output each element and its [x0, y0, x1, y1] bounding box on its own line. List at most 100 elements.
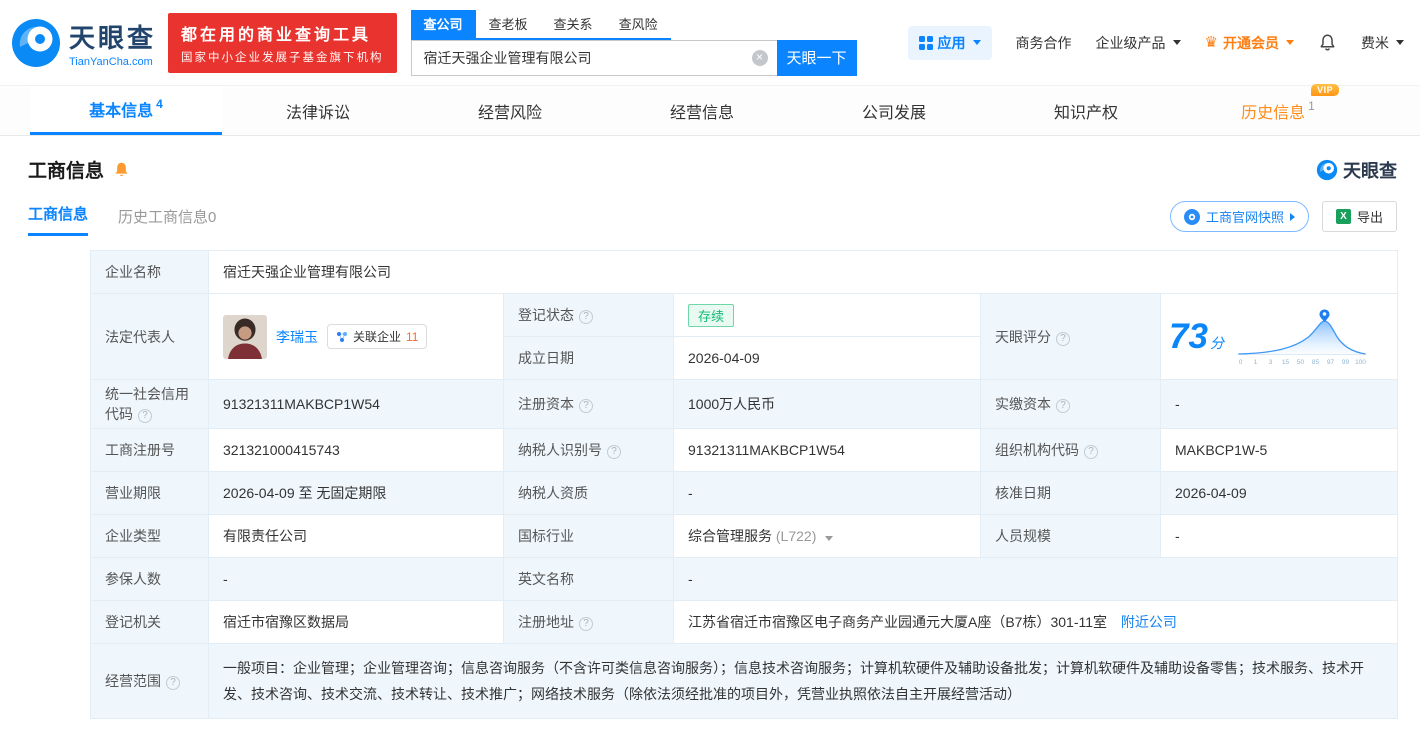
crown-icon: ♛: [1204, 34, 1218, 51]
field-label-legal-rep: 法定代表人: [90, 293, 209, 380]
help-icon[interactable]: ?: [138, 409, 152, 423]
legal-rep-photo[interactable]: [223, 314, 267, 359]
search-tab-company[interactable]: 查公司: [410, 9, 476, 38]
vip-badge: VIP: [1311, 83, 1340, 96]
field-value-score: 73 分 0 1 3 15 50 85 97 99 100: [1159, 293, 1399, 380]
arrow-right-icon: [1289, 212, 1295, 221]
table-row: 参保人数 - 英文名称 -: [90, 557, 1399, 601]
field-value-business-scope: 一般项目：企业管理；企业管理咨询；信息咨询服务（不含许可类信息咨询服务）；信息技…: [207, 643, 1399, 719]
nearby-companies-link[interactable]: 附近公司: [1121, 614, 1177, 630]
search-tab-risk[interactable]: 查风险: [606, 10, 671, 38]
field-label-company-name: 企业名称: [90, 250, 209, 294]
tab-count-badge: 1: [1308, 98, 1315, 113]
tab-operational-risk[interactable]: 经营风险: [414, 86, 606, 135]
subscribe-bell-icon[interactable]: [113, 161, 130, 178]
tab-legal-proceedings[interactable]: 法律诉讼: [222, 86, 414, 135]
related-companies-badge[interactable]: 关联企业 11: [327, 324, 428, 349]
clear-icon[interactable]: ×: [751, 49, 768, 66]
tianyancha-logo[interactable]: 天眼查 TianYanCha.com: [10, 17, 156, 69]
field-label-address: 注册地址?: [503, 600, 674, 644]
field-value-business-term: 2026-04-09 至 无固定期限: [208, 471, 504, 515]
tab-basic-info[interactable]: 基本信息 4: [30, 86, 222, 135]
business-info-table: 企业名称 宿迁天强企业管理有限公司 法定代表人 李瑞玉 关联企业 11 登记状态…: [90, 250, 1399, 719]
business-info-section: 工商信息 天眼查 工商信息 历史工商信息0 工商官网快照 X 导出 企业名称 宿…: [0, 156, 1420, 719]
svg-text:100: 100: [1355, 359, 1366, 366]
apps-menu-label: 应用: [937, 34, 966, 51]
notification-bell-icon[interactable]: [1318, 33, 1337, 52]
score-distribution-chart: 0 1 3 15 50 85 97 99 100: [1237, 309, 1367, 366]
tianyancha-eye-icon: [10, 17, 62, 69]
nav-vip-label: 开通会员: [1223, 34, 1279, 51]
field-value-establish-date: 2026-04-09: [673, 336, 981, 380]
subtab-business-info[interactable]: 工商信息: [28, 203, 89, 236]
table-row: 经营范围? 一般项目：企业管理；企业管理咨询；信息咨询服务（不含许可类信息咨询服…: [90, 643, 1399, 719]
field-value-company-name: 宿迁天强企业管理有限公司: [207, 250, 1399, 294]
field-label-paid-capital: 实缴资本?: [980, 379, 1161, 429]
help-icon[interactable]: ?: [166, 676, 180, 690]
tab-label: 经营风险: [477, 104, 542, 122]
watermark-text: 天眼查: [1343, 160, 1397, 181]
field-value-legal-rep: 李瑞玉 关联企业 11: [208, 293, 504, 380]
search-tabs: 查公司 查老板 查关系 查风险: [410, 9, 671, 40]
nav-business-cooperation[interactable]: 商务合作: [1016, 33, 1072, 53]
top-nav: 应用 商务合作 企业级产品 ♛ 开通会员 费米: [907, 25, 1404, 60]
help-icon[interactable]: ?: [579, 399, 593, 413]
field-value-english-name: -: [672, 557, 1399, 601]
nav-enterprise-products[interactable]: 企业级产品: [1096, 33, 1181, 53]
snapshot-icon: [1183, 208, 1200, 225]
chevron-down-icon: [1172, 40, 1181, 45]
section-title: 工商信息: [28, 161, 105, 182]
help-icon[interactable]: ?: [607, 445, 621, 459]
field-label-company-type: 企业类型: [90, 514, 209, 558]
nav-vip-upgrade[interactable]: ♛ 开通会员: [1205, 33, 1294, 53]
field-label-business-scope: 经营范围?: [90, 643, 209, 719]
field-value-reg-number: 321321000415743: [208, 428, 504, 472]
tab-company-development[interactable]: 公司发展: [798, 86, 990, 135]
subtab-history-business-info[interactable]: 历史工商信息0: [118, 206, 216, 236]
search-tab-boss[interactable]: 查老板: [476, 10, 541, 38]
field-label-taxpayer-id: 纳税人识别号?: [503, 428, 674, 472]
table-row: 法定代表人 李瑞玉 关联企业 11 登记状态 ? 存续 天眼评分 ? 73 分 …: [90, 293, 1399, 380]
tab-business-information[interactable]: 经营信息: [606, 86, 798, 135]
tab-intellectual-property[interactable]: 知识产权: [990, 86, 1182, 135]
tianyancha-watermark: 天眼查: [1316, 157, 1397, 183]
field-value-paid-capital: -: [1159, 379, 1399, 429]
help-icon[interactable]: ?: [579, 617, 593, 631]
logo-brand-text: 天眼查: [69, 22, 157, 53]
search-tab-relation[interactable]: 查关系: [541, 10, 606, 38]
help-icon[interactable]: ?: [1084, 445, 1098, 459]
svg-text:15: 15: [1282, 359, 1290, 366]
svg-text:97: 97: [1327, 359, 1335, 366]
promo-line2: 国家中小企业发展子基金旗下机构: [181, 51, 384, 64]
tab-label: 法律诉讼: [285, 104, 350, 122]
field-label-establish-date: 成立日期: [503, 336, 674, 380]
field-label-reg-authority: 登记机关: [90, 600, 209, 644]
search-input[interactable]: [411, 40, 777, 75]
table-row: 统一社会信用代码? 91321311MAKBCP1W54 注册资本? 1000万…: [90, 379, 1399, 429]
apps-menu[interactable]: 应用: [907, 25, 992, 60]
related-companies-count: 11: [406, 329, 419, 344]
company-nav-tabs: 基本信息 4 法律诉讼 经营风险 经营信息 公司发展 知识产权 VIP 历史信息…: [0, 83, 1420, 136]
field-value-org-code: MAKBCP1W-5: [1159, 428, 1399, 472]
field-label-english-name: 英文名称: [503, 557, 674, 601]
help-icon[interactable]: ?: [1056, 399, 1070, 413]
chevron-down-icon: [1286, 40, 1294, 45]
field-value-reg-status: 存续: [673, 293, 981, 337]
official-snapshot-button[interactable]: 工商官网快照: [1169, 201, 1309, 232]
help-icon[interactable]: ?: [579, 310, 593, 324]
promo-banner[interactable]: 都在用的商业查询工具 国家中小企业发展子基金旗下机构: [168, 12, 397, 73]
search-button[interactable]: 天眼一下: [776, 39, 857, 76]
field-label-score: 天眼评分?: [980, 293, 1161, 380]
help-icon[interactable]: ?: [1056, 331, 1070, 346]
user-menu[interactable]: 费米: [1361, 33, 1404, 53]
field-value-company-type: 有限责任公司: [208, 514, 504, 558]
search-box: ×: [410, 39, 777, 76]
tab-history-info[interactable]: VIP 历史信息 1: [1182, 83, 1374, 135]
legal-rep-name-link[interactable]: 李瑞玉: [276, 327, 318, 347]
field-label-org-code: 组织机构代码?: [980, 428, 1161, 472]
excel-icon: X: [1335, 209, 1351, 224]
tab-label: 经营信息: [669, 104, 734, 122]
field-value-industry[interactable]: 综合管理服务 (L722): [673, 514, 981, 558]
export-button[interactable]: X 导出: [1321, 201, 1397, 232]
field-value-credit-code: 91321311MAKBCP1W54: [208, 379, 504, 429]
